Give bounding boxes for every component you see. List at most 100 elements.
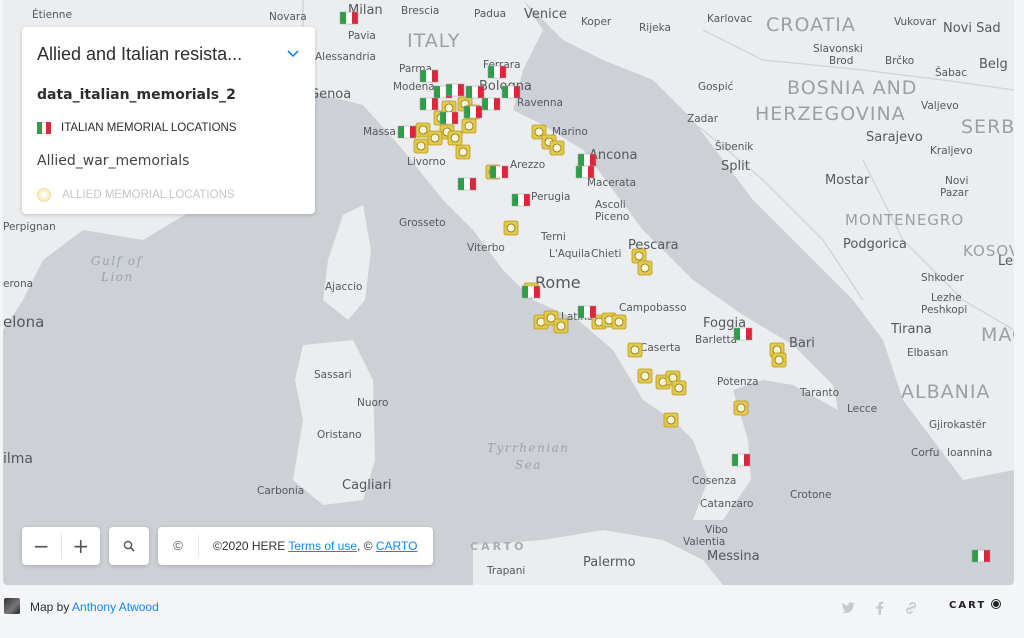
svg-text:Palermo: Palermo [583,555,636,570]
svg-text:Novara: Novara [269,11,307,23]
svg-text:Elbasan: Elbasan [907,347,948,359]
italian-flag-icon [37,122,52,134]
allied-memorial-marker[interactable] [461,118,477,134]
svg-text:Pavia: Pavia [348,30,376,42]
allied-memorial-marker[interactable] [637,368,653,384]
svg-text:Sarajevo: Sarajevo [866,130,923,145]
italian-memorial-marker[interactable] [339,11,359,25]
carto-watermark: CARTO [470,540,526,553]
svg-text:Mostar: Mostar [825,173,870,188]
svg-text:Podgorica: Podgorica [843,237,907,252]
legend-panel: Allied and Italian resista... data_itali… [22,27,315,214]
allied-memorial-marker[interactable] [771,352,787,368]
svg-text:Trapani: Trapani [486,565,525,577]
italian-memorial-marker[interactable] [439,111,459,125]
svg-text:Gospić: Gospić [698,81,734,93]
svg-text:Rijeka: Rijeka [639,22,671,34]
svg-text:ITALY: ITALY [407,30,460,52]
italian-memorial-marker[interactable] [465,85,485,99]
italian-memorial-marker[interactable] [457,177,477,191]
allied-memorial-marker[interactable] [663,412,679,428]
italian-memorial-marker[interactable] [577,305,597,319]
svg-text:Messina: Messina [707,549,760,564]
svg-text:Bari: Bari [789,336,815,351]
italian-memorial-marker[interactable] [731,453,751,467]
svg-text:CROATIA: CROATIA [766,14,856,36]
allied-memorial-marker[interactable] [671,380,687,396]
allied-memorial-marker[interactable] [549,140,565,156]
search-button[interactable] [109,527,149,565]
map-by-credit: Map by Anthony Atwood [30,600,159,614]
svg-text:Macerata: Macerata [587,177,636,189]
zoom-control: − + [22,527,100,565]
facebook-icon[interactable] [872,600,888,616]
svg-text:Rome: Rome [535,273,581,292]
svg-text:Šabac: Šabac [935,66,967,79]
zoom-out-button[interactable]: − [22,527,61,565]
svg-text:HERZEGOVINA: HERZEGOVINA [755,103,906,125]
svg-text:Taranto: Taranto [799,387,839,399]
svg-text:Ioannina: Ioannina [947,447,992,459]
attribution-bar: © ©2020 HERE Terms of use, © CARTO [158,527,433,565]
carto-logo[interactable]: CART [949,600,1000,611]
link-icon[interactable] [903,600,919,616]
italian-memorial-marker[interactable] [577,153,597,167]
svg-text:Brod: Brod [829,55,853,67]
allied-memorial-marker[interactable] [413,138,429,154]
allied-memorial-marker[interactable] [447,130,463,146]
italian-memorial-marker[interactable] [445,83,465,97]
layer-title-italian: data_italian_memorials_2 [37,87,236,103]
allied-memorial-marker[interactable] [733,400,749,416]
allied-memorial-marker[interactable] [503,220,519,236]
svg-text:Oristano: Oristano [317,429,362,441]
svg-text:ALBANIA: ALBANIA [901,381,990,403]
allied-memorial-marker[interactable] [627,342,643,358]
italian-memorial-marker[interactable] [971,549,991,563]
italian-memorial-marker[interactable] [397,125,417,139]
zoom-in-button[interactable]: + [61,527,100,565]
svg-text:Marino: Marino [552,126,588,138]
carto-logo-text: CART [949,600,987,611]
svg-text:Cosenza: Cosenza [692,475,736,487]
svg-text:Alessandria: Alessandria [315,51,376,63]
svg-text:Gjirokastër: Gjirokastër [929,419,987,431]
svg-text:Vukovar: Vukovar [894,16,937,28]
svg-text:ilma: ilma [3,451,33,467]
italian-memorial-marker[interactable] [733,327,753,341]
svg-text:Barletta: Barletta [695,334,737,346]
allied-memorial-marker[interactable] [611,314,627,330]
author-link[interactable]: Anthony Atwood [72,600,159,614]
legend-title[interactable]: Allied and Italian resista... [37,44,242,65]
allied-memorial-marker[interactable] [637,260,653,276]
italian-memorial-marker[interactable] [501,85,521,99]
allied-memorial-marker[interactable] [427,130,443,146]
svg-text:Catanzaro: Catanzaro [700,498,753,510]
twitter-icon[interactable] [840,600,856,616]
carto-link[interactable]: CARTO [376,539,418,553]
italian-memorial-marker[interactable] [487,65,507,79]
svg-text:Cagliari: Cagliari [342,478,391,493]
italian-memorial-marker[interactable] [463,105,483,119]
italian-memorial-marker[interactable] [419,69,439,83]
svg-text:Chieti: Chieti [591,248,621,260]
svg-text:Pazar: Pazar [940,187,969,199]
svg-text:Lezhe: Lezhe [931,292,962,304]
svg-text:Potenza: Potenza [717,376,759,388]
svg-text:Gulf of: Gulf of [91,254,144,268]
italian-memorial-marker[interactable] [481,97,501,111]
chevron-down-icon[interactable] [287,45,299,61]
italian-memorial-marker[interactable] [489,165,509,179]
svg-text:Karlovac: Karlovac [707,13,752,25]
svg-text:Ancona: Ancona [589,148,637,163]
copyright-toggle-button[interactable]: © [158,535,199,557]
italian-memorial-marker[interactable] [511,193,531,207]
svg-text:Modena: Modena [393,81,435,93]
italian-memorial-marker[interactable] [419,97,439,111]
svg-text:Ravenna: Ravenna [517,97,563,109]
svg-text:Grosseto: Grosseto [399,217,446,229]
italian-memorial-marker[interactable] [575,165,595,179]
terms-of-use-link[interactable]: Terms of use [288,539,357,553]
allied-memorial-marker[interactable] [553,318,569,334]
allied-memorial-marker[interactable] [455,144,471,160]
italian-memorial-marker[interactable] [521,285,541,299]
